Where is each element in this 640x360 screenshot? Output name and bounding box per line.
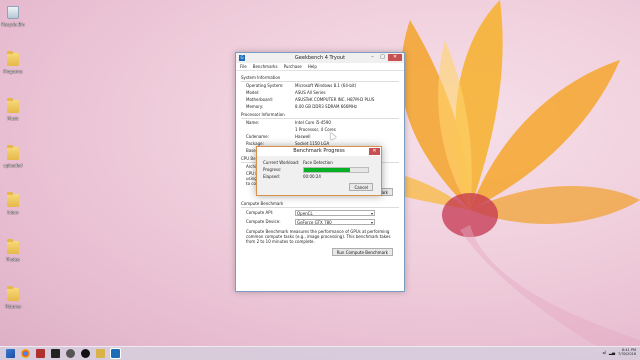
- menu-purchase[interactable]: Purchase: [284, 63, 302, 70]
- compute-api-value: OpenCL: [297, 210, 313, 216]
- window-controls: – □ ✕: [368, 54, 402, 61]
- info-row: Codename: Haswell: [241, 133, 399, 140]
- compute-device-select[interactable]: GeForce GTX 780 ▾: [295, 218, 375, 225]
- info-row: Model: ASUS All Series: [241, 89, 399, 96]
- desktop-icon-label: Programs: [3, 69, 23, 74]
- dialog-titlebar[interactable]: Benchmark Progress ✕: [257, 147, 381, 156]
- folder-icon: [7, 51, 19, 66]
- current-workload-value: Face Detection: [303, 160, 333, 165]
- compute-benchmark-header: Compute Benchmark: [241, 201, 399, 208]
- compute-device-value: GeForce GTX 780: [297, 219, 332, 225]
- desktop-icon-label: Pictures: [5, 304, 21, 309]
- taskbar: ◂) ▂▄ 8:41 PM 7/30/2016: [0, 346, 640, 360]
- progress-bar-fill: [304, 167, 351, 172]
- processor-info-header: Processor Information: [241, 112, 399, 119]
- start-icon[interactable]: [6, 349, 15, 358]
- menu-help[interactable]: Help: [308, 63, 317, 70]
- folder-icon: [7, 145, 19, 160]
- menu-bar: File Benchmarks Purchase Help: [236, 63, 404, 71]
- elapsed-value: 00:00:24: [303, 174, 321, 179]
- info-value: Haswell: [295, 134, 311, 139]
- desktop-icon-uploaded[interactable]: uploaded: [2, 145, 24, 183]
- folder-icon: [7, 192, 19, 207]
- progress-row: Progress:: [263, 166, 375, 173]
- info-value: Microsoft Windows 8.1 (64-bit): [295, 83, 357, 88]
- info-value: ASUS All Series: [295, 90, 326, 95]
- cancel-button[interactable]: Cancel: [349, 183, 373, 191]
- folder-icon: [7, 286, 19, 301]
- elapsed-label: Elapsed:: [263, 174, 281, 179]
- compute-api-select[interactable]: OpenCL ▾: [295, 209, 375, 216]
- desktop-icon-label: uploaded: [3, 163, 23, 168]
- geekbench-icon[interactable]: [110, 348, 121, 359]
- current-workload-label: Current Workload:: [263, 160, 300, 165]
- info-row: Name: Intel Core i5-4590: [241, 119, 399, 126]
- dialog-close-button[interactable]: ✕: [369, 148, 380, 155]
- info-key: Model:: [246, 90, 260, 95]
- app-icon[interactable]: [36, 349, 45, 358]
- chevron-down-icon: ▾: [370, 219, 373, 225]
- folder-icon: [7, 239, 19, 254]
- desktop-icon-label: Inbox: [7, 210, 19, 215]
- folder-icon[interactable]: [96, 349, 105, 358]
- settings-icon[interactable]: [66, 349, 75, 358]
- network-icon[interactable]: ▂▄: [609, 350, 615, 355]
- progress-bar: [303, 166, 369, 173]
- system-tray: ◂) ▂▄ 8:41 PM 7/30/2016: [602, 348, 636, 356]
- menu-file[interactable]: File: [240, 63, 247, 70]
- info-value: 8.00 GB DDR3 SDRAM 666MHz: [295, 104, 357, 109]
- info-key: Operating System:: [246, 83, 284, 88]
- compute-api-row: Compute API: OpenCL ▾: [241, 208, 399, 217]
- desktop-icon-music[interactable]: Music: [2, 98, 24, 136]
- desktop-icon-label: Music: [7, 116, 19, 121]
- info-row: 1 Processor, 4 Cores: [241, 126, 399, 133]
- dialog-body: Current Workload: Face Detection Progres…: [257, 156, 381, 183]
- maximize-button[interactable]: □: [378, 54, 387, 61]
- close-button[interactable]: ✕: [388, 54, 402, 61]
- desktop-icon-recycle-bin[interactable]: Recycle Bin: [1, 4, 25, 42]
- info-key: Codename:: [246, 134, 269, 139]
- info-key: Name:: [246, 120, 260, 125]
- benchmark-progress-dialog: Benchmark Progress ✕ Current Workload: F…: [256, 146, 382, 196]
- compute-device-label: Compute Device:: [246, 219, 281, 224]
- info-value: 1 Processor, 4 Cores: [295, 127, 336, 132]
- folder-icon: [7, 98, 19, 113]
- current-workload-row: Current Workload: Face Detection: [263, 159, 375, 166]
- system-info-header: System Information: [241, 75, 399, 82]
- desktop-icon-programs[interactable]: Programs: [2, 51, 24, 89]
- desktop-icon-pictures[interactable]: Pictures: [2, 286, 24, 324]
- info-value: Intel Core i5-4590: [295, 120, 331, 125]
- minimize-button[interactable]: –: [368, 54, 377, 61]
- info-row: Operating System: Microsoft Windows 8.1 (…: [241, 82, 399, 89]
- compute-api-label: Compute API:: [246, 210, 274, 215]
- info-key: Motherboard:: [246, 97, 274, 102]
- run-compute-benchmark-button[interactable]: Run Compute Benchmark: [331, 248, 393, 256]
- info-key: Memory:: [246, 104, 264, 109]
- dialog-title: Benchmark Progress: [293, 148, 345, 154]
- clock-date: 7/30/2016: [618, 352, 636, 356]
- media-icon[interactable]: [81, 349, 90, 358]
- desktop-icon-photos[interactable]: Photos: [2, 239, 24, 277]
- info-value: ASUSTeK COMPUTER INC. H87M-D PLUS: [295, 97, 375, 102]
- chevron-down-icon: ▾: [370, 210, 373, 216]
- info-row: Memory: 8.00 GB DDR3 SDRAM 666MHz: [241, 103, 399, 110]
- desktop-icon-inbox[interactable]: Inbox: [2, 192, 24, 230]
- window-titlebar[interactable]: G Geekbench 4 Tryout – □ ✕: [236, 53, 404, 63]
- chrome-icon[interactable]: [21, 349, 30, 358]
- recycle-bin-icon: [7, 6, 19, 19]
- desktop-icons: Recycle Bin Programs Music uploaded Inbo…: [1, 4, 25, 333]
- progress-label: Progress:: [263, 167, 282, 172]
- desktop-icon-label: Recycle Bin: [1, 22, 25, 27]
- compute-device-row: Compute Device: GeForce GTX 780 ▾: [241, 217, 399, 226]
- speaker-icon[interactable]: ◂): [602, 350, 606, 355]
- elapsed-row: Elapsed: 00:00:24: [263, 173, 375, 180]
- desktop-icon-label: Photos: [6, 257, 20, 262]
- clock[interactable]: 8:41 PM 7/30/2016: [618, 348, 636, 356]
- compute-description: Compute Benchmark measures the performan…: [246, 229, 391, 244]
- menu-benchmarks[interactable]: Benchmarks: [253, 63, 278, 70]
- terminal-icon[interactable]: [51, 349, 60, 358]
- info-row: Motherboard: ASUSTeK COMPUTER INC. H87M-D…: [241, 96, 399, 103]
